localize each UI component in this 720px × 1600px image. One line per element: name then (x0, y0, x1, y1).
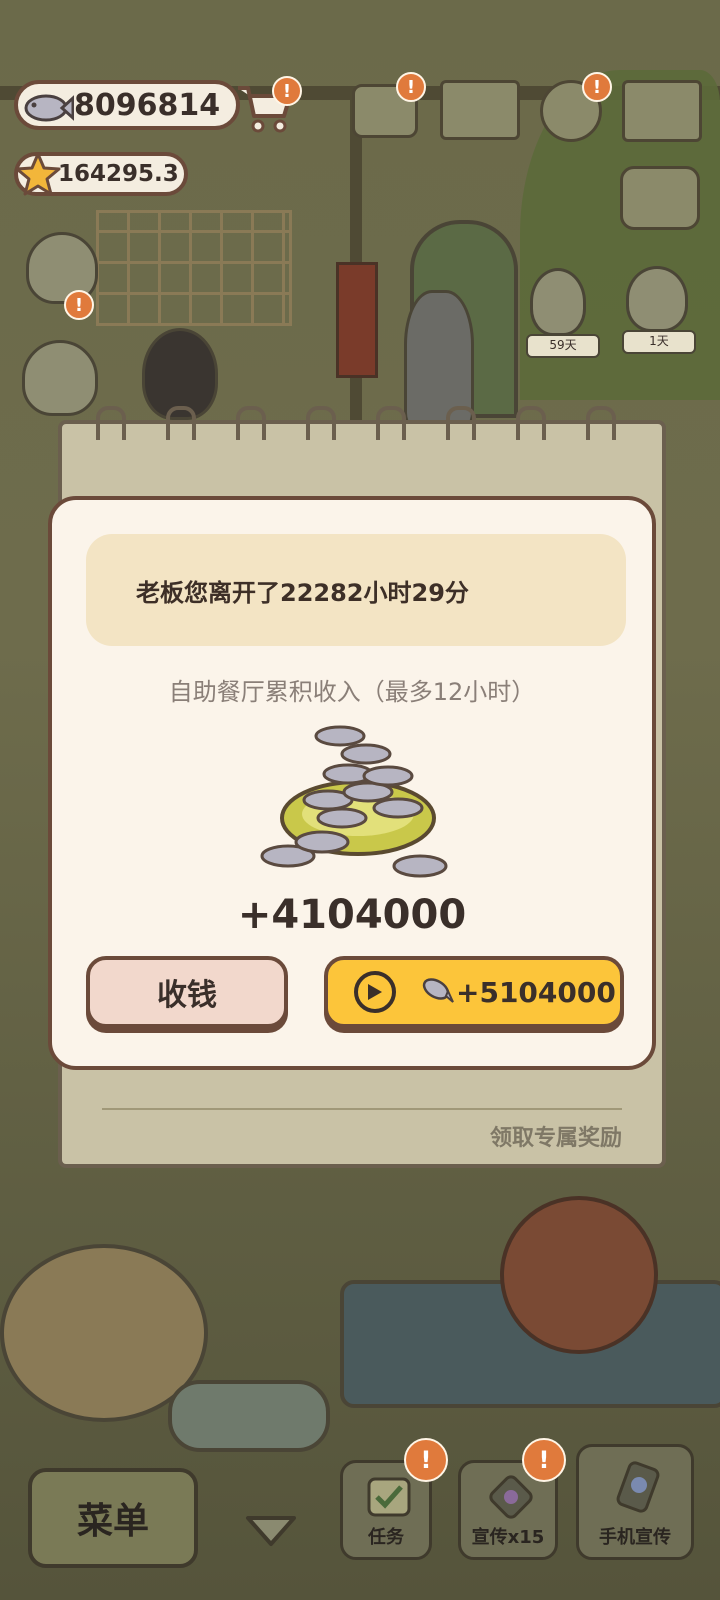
star-count: 164295.3 (58, 161, 179, 187)
cat-days-tag: 59天 (526, 334, 600, 358)
video-reward-amount: +5104000 (456, 975, 616, 1009)
sort-toggle-icon[interactable] (620, 166, 700, 230)
away-message: 老板您离开了22282小时29分 (136, 578, 469, 607)
notebook-ring (376, 406, 406, 440)
promo-alert-badge: ! (522, 1438, 566, 1482)
collect-button[interactable]: 收钱 (86, 956, 288, 1028)
notebook-ring (306, 406, 336, 440)
gear-alert-badge: ! (582, 72, 612, 102)
offline-income-dialog: 老板您离开了22282小时29分 自助餐厅累积收入（最多12小时） +41040… (48, 496, 656, 1070)
fish-currency-display[interactable]: 8096814 (14, 80, 240, 130)
promo-card-icon (489, 1475, 533, 1524)
shop-alert-badge: ! (272, 76, 302, 106)
away-message-box: 老板您离开了22282小时29分 (86, 534, 626, 646)
notebook-ring (446, 406, 476, 440)
phone-icon (615, 1461, 661, 1518)
play-video-icon (354, 971, 396, 1013)
tasks-button-label: 任务 (368, 1527, 404, 1548)
notebook-ring (236, 406, 266, 440)
fish-icon (418, 974, 454, 1011)
fishing-net-decoration (96, 210, 292, 326)
red-scroll-decoration (336, 262, 378, 378)
claim-reward-link[interactable]: 领取专属奖励 (490, 1120, 622, 1152)
collect-button-label: 收钱 (157, 978, 217, 1013)
menu-button[interactable]: 菜单 (28, 1468, 198, 1568)
book-icon[interactable] (440, 80, 520, 140)
checklist-icon (367, 1477, 411, 1522)
promo-button-label: 宣传x15 (471, 1527, 545, 1548)
phone-promo-button[interactable]: 手机宣传 (576, 1444, 694, 1560)
tasks-alert-badge: ! (404, 1438, 448, 1482)
fish-icon (20, 86, 75, 138)
floor-rug (168, 1380, 330, 1452)
cat-alert-badge: ! (64, 290, 94, 320)
lucky-cat-character[interactable] (626, 266, 688, 332)
chef-cat-character[interactable] (22, 340, 98, 416)
income-amount: +4104000 (237, 892, 467, 938)
chevron-down-icon[interactable] (244, 1514, 298, 1552)
star-icon (14, 150, 62, 204)
mail-alert-badge: ! (396, 72, 426, 102)
map-icon[interactable] (622, 80, 702, 142)
income-subtitle: 自助餐厅累积收入（最多12小时） (168, 678, 536, 706)
menu-button-label: 菜单 (76, 1501, 149, 1542)
cat-days-tag: 1天 (622, 330, 696, 354)
notebook-ring (96, 406, 126, 440)
fish-plate-illustration (248, 722, 468, 896)
watch-video-reward-button[interactable]: +5104000 (324, 956, 624, 1028)
notebook-ring (586, 406, 616, 440)
phone-promo-button-label: 手机宣传 (599, 1527, 671, 1548)
star-currency-display[interactable]: 164295.3 (14, 152, 188, 196)
octopus-character[interactable] (500, 1196, 658, 1354)
notebook-ring (516, 406, 546, 440)
royal-cat-character[interactable] (530, 268, 586, 336)
notebook-ring (166, 406, 196, 440)
fish-count: 8096814 (74, 87, 221, 123)
